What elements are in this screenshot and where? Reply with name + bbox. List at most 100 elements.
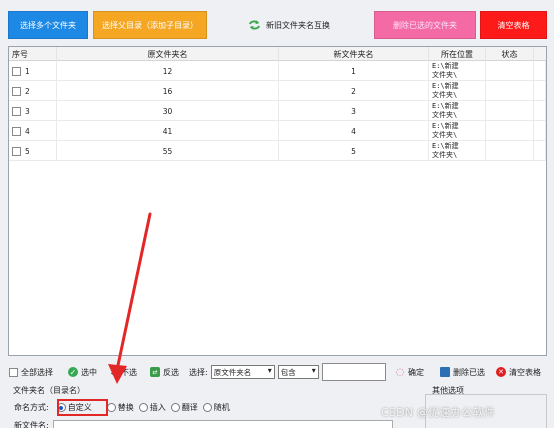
status-cell xyxy=(486,121,534,141)
delete-selected-button[interactable]: 删除已选 xyxy=(440,365,485,379)
location-cell: E:\新建 文件夹\ xyxy=(429,81,486,101)
radio-icon xyxy=(170,403,180,412)
status-cell xyxy=(486,61,534,81)
match-select[interactable]: 包含 xyxy=(277,365,319,379)
new-name-cell: 2 xyxy=(279,81,429,101)
location-line: E:\新建 xyxy=(432,122,459,130)
index-cell: 3 xyxy=(9,101,57,121)
new-name-cell: 4 xyxy=(279,121,429,141)
row-checkbox[interactable] xyxy=(12,66,21,76)
delete-selected-label: 删除已选 xyxy=(453,367,485,377)
radio-replace[interactable]: 替换 xyxy=(106,402,134,413)
choose-group: 选择: 原文件夹名 包含 xyxy=(189,365,319,379)
location-line: 文件夹\ xyxy=(432,151,458,159)
row-checkbox[interactable] xyxy=(12,86,21,96)
radio-insert[interactable]: 插入 xyxy=(138,402,166,413)
swap-names-button[interactable]: 新旧文件夹名互换 xyxy=(248,15,330,35)
down-arrow-icon: ↓ xyxy=(108,366,118,378)
table-row[interactable]: 2 16 2 E:\新建 文件夹\ xyxy=(9,81,546,101)
radio-icon xyxy=(138,403,148,412)
location-line: E:\新建 xyxy=(432,62,459,70)
header-index[interactable]: 序号 xyxy=(9,47,57,61)
new-name-label: 新文件名: xyxy=(14,421,49,428)
status-cell xyxy=(486,81,534,101)
deselect-label: 不选 xyxy=(121,367,137,377)
clear-table-bottom-button[interactable]: ✕ 清空表格 xyxy=(496,365,541,379)
status-cell xyxy=(486,141,534,161)
table-row[interactable]: 3 30 3 E:\新建 文件夹\ xyxy=(9,101,546,121)
folder-table: 序号 原文件夹名 新文件夹名 所在位置 状态 1 12 1 E:\新建 文件夹\ … xyxy=(8,46,547,356)
select-label: 选中 xyxy=(81,367,97,377)
location-line: 文件夹\ xyxy=(432,131,458,139)
radio-translate[interactable]: 翻译 xyxy=(170,402,198,413)
old-name-cell: 30 xyxy=(57,101,279,121)
select-parent-dir-button[interactable]: 选择父目录（添加子目录） xyxy=(93,11,207,39)
invert-icon: ⇄ xyxy=(150,367,160,377)
row-checkbox[interactable] xyxy=(12,126,21,136)
header-new-name[interactable]: 新文件夹名 xyxy=(279,47,429,61)
old-name-cell: 16 xyxy=(57,81,279,101)
location-line: E:\新建 xyxy=(432,82,459,90)
row-checkbox[interactable] xyxy=(12,146,21,156)
location-cell: E:\新建 文件夹\ xyxy=(429,101,486,121)
invert-button[interactable]: ⇄ 反选 xyxy=(150,365,179,379)
delete-selected-folders-button[interactable]: 删除已选的文件夹 xyxy=(374,11,476,39)
header-old-name[interactable]: 原文件夹名 xyxy=(57,47,279,61)
location-line: E:\新建 xyxy=(432,142,459,150)
status-cell xyxy=(486,101,534,121)
radio-icon xyxy=(202,403,212,412)
select-folders-button[interactable]: 选择多个文件夹 xyxy=(8,11,88,39)
select-all-label: 全部选择 xyxy=(21,367,53,377)
filter-input[interactable] xyxy=(322,363,386,381)
table-row[interactable]: 1 12 1 E:\新建 文件夹\ xyxy=(9,61,546,81)
radio-label: 翻译 xyxy=(181,403,198,412)
location-cell: E:\新建 文件夹\ xyxy=(429,141,486,161)
table-row[interactable]: 5 55 5 E:\新建 文件夹\ xyxy=(9,141,546,161)
row-checkbox[interactable] xyxy=(12,106,21,116)
index-value: 3 xyxy=(25,106,30,116)
match-select-value: 包含 xyxy=(280,367,296,377)
header-location[interactable]: 所在位置 xyxy=(429,47,486,61)
index-value: 5 xyxy=(25,146,30,156)
location-line: 文件夹\ xyxy=(432,111,458,119)
delete-icon xyxy=(440,367,450,377)
old-name-cell: 41 xyxy=(57,121,279,141)
radio-random[interactable]: 随机 xyxy=(202,402,230,413)
new-name-row: 新文件名: xyxy=(14,420,393,428)
folder-name-section-title: 文件夹名（目录名） xyxy=(13,386,85,395)
clear-table-button[interactable]: 清空表格 xyxy=(480,11,547,39)
naming-mode-label: 命名方式: xyxy=(14,403,49,412)
new-name-input[interactable] xyxy=(52,420,393,428)
index-cell: 2 xyxy=(9,81,57,101)
new-name-cell: 5 xyxy=(279,141,429,161)
new-name-cell: 1 xyxy=(279,61,429,81)
index-cell: 1 xyxy=(9,61,57,81)
clear-table-bottom-label: 清空表格 xyxy=(509,367,541,377)
table-row[interactable]: 4 41 4 E:\新建 文件夹\ xyxy=(9,121,546,141)
index-value: 2 xyxy=(25,86,30,96)
check-circle-icon: ✓ xyxy=(68,367,78,377)
bottom-action-bar: 全部选择 ✓ 选中 ↓ 不选 ⇄ 反选 选择: 原文件夹名 包含 ◌ 确定 删除… xyxy=(0,360,554,384)
choose-label: 选择: xyxy=(189,367,208,377)
checkbox-icon xyxy=(9,367,18,377)
select-button[interactable]: ✓ 选中 xyxy=(68,365,97,379)
confirm-button[interactable]: ◌ 确定 xyxy=(395,365,424,379)
deselect-button[interactable]: ↓ 不选 xyxy=(108,365,137,379)
location-line: E:\新建 xyxy=(432,102,459,110)
filler-cell xyxy=(534,121,546,141)
field-select[interactable]: 原文件夹名 xyxy=(210,365,275,379)
swap-icon xyxy=(248,20,261,30)
index-value: 1 xyxy=(25,66,30,76)
filler-cell xyxy=(534,141,546,161)
swap-label: 新旧文件夹名互换 xyxy=(266,20,330,30)
radio-icon xyxy=(106,403,116,412)
location-cell: E:\新建 文件夹\ xyxy=(429,61,486,81)
invert-label: 反选 xyxy=(163,367,179,377)
index-cell: 4 xyxy=(9,121,57,141)
header-filler xyxy=(534,47,546,61)
filler-cell xyxy=(534,81,546,101)
select-all-checkbox[interactable]: 全部选择 xyxy=(9,365,53,379)
close-circle-icon: ✕ xyxy=(496,367,506,377)
header-status[interactable]: 状态 xyxy=(486,47,534,61)
location-cell: E:\新建 文件夹\ xyxy=(429,121,486,141)
